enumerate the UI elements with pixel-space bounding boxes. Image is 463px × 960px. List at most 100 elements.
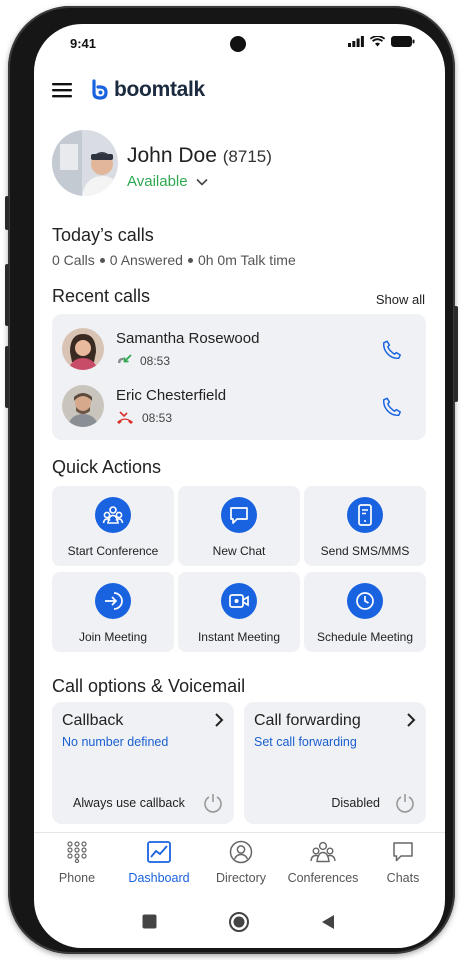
- call-forwarding-card[interactable]: Call forwarding Set call forwarding Disa…: [244, 702, 426, 824]
- nav-label: Dashboard: [128, 871, 190, 885]
- nav-item-dashboard[interactable]: Dashboard: [118, 839, 200, 885]
- set-call-forwarding-link[interactable]: Set call forwarding: [254, 735, 357, 749]
- chevron-right-icon: [407, 713, 416, 727]
- quick-action-label: Send SMS/MMS: [320, 544, 410, 558]
- chevron-down-icon: [196, 178, 208, 186]
- nav-item-chats[interactable]: Chats: [362, 839, 444, 885]
- profile-header: John Doe (8715) Available: [52, 130, 432, 196]
- sms-icon: [347, 497, 383, 533]
- nav-label: Chats: [386, 871, 420, 885]
- quick-action-label: Instant Meeting: [197, 630, 281, 644]
- boomtalk-logo: boomtalk: [90, 78, 205, 102]
- menu-icon[interactable]: [52, 82, 72, 98]
- volume-button: [5, 196, 9, 230]
- nav-item-conferences[interactable]: Conferences: [282, 839, 364, 885]
- call-button[interactable]: [378, 336, 406, 364]
- wifi-icon: [370, 36, 385, 47]
- back-icon[interactable]: [321, 914, 335, 930]
- quick-actions-title: Quick Actions: [52, 457, 162, 477]
- power-toggle-icon[interactable]: [202, 792, 224, 814]
- call-button[interactable]: [378, 393, 406, 421]
- list-item[interactable]: Samantha Rosewood 08:53: [52, 322, 426, 378]
- call-time: 08:53: [142, 411, 173, 425]
- nav-label: Phone: [58, 871, 96, 885]
- phone-frame: 9:41 boomtalk John Doe (8715) Available …: [5, 6, 458, 954]
- instant-meeting-button[interactable]: Instant Meeting: [178, 572, 300, 652]
- list-item[interactable]: Eric Chesterfield 08:53: [52, 379, 426, 435]
- caller-name: Samantha Rosewood: [116, 330, 260, 347]
- quick-action-label: New Chat: [212, 544, 266, 558]
- call-forwarding-title: Call forwarding: [254, 712, 361, 729]
- show-all-link[interactable]: Show all: [376, 292, 425, 307]
- chat-icon: [221, 497, 257, 533]
- profile-name-line: John Doe (8715): [127, 144, 272, 168]
- recent-calls-title: Recent calls: [52, 286, 151, 306]
- incoming-call-icon: [118, 354, 132, 363]
- send-sms-button[interactable]: Send SMS/MMS: [304, 486, 426, 566]
- signal-icon: [348, 36, 364, 47]
- phone-icon: [382, 397, 401, 417]
- app-header: boomtalk: [52, 78, 205, 102]
- boomtalk-logo-icon: [92, 79, 108, 100]
- schedule-meeting-button[interactable]: Schedule Meeting: [304, 572, 426, 652]
- callback-number-link[interactable]: No number defined: [62, 735, 168, 749]
- calls-count: 0 Calls: [52, 252, 95, 268]
- user-icon: [229, 840, 253, 864]
- new-chat-button[interactable]: New Chat: [178, 486, 300, 566]
- todays-calls-title: Today’s calls: [52, 225, 154, 245]
- chevron-right-icon: [215, 713, 224, 727]
- join-meeting-button[interactable]: Join Meeting: [52, 572, 174, 652]
- call-meta: 08:53: [116, 411, 172, 425]
- power-side-button: [454, 306, 458, 402]
- quick-action-label: Start Conference: [67, 544, 159, 558]
- bottom-nav: Phone Dashboard Directory Conferences Ch…: [34, 832, 445, 890]
- dialpad-icon: [67, 841, 87, 863]
- recent-apps-icon[interactable]: [142, 914, 157, 929]
- quick-action-label: Join Meeting: [78, 630, 148, 644]
- avatar: [62, 385, 104, 427]
- screen: 9:41 boomtalk John Doe (8715) Available …: [34, 24, 445, 948]
- nav-label: Conferences: [287, 871, 359, 885]
- status-bar: 9:41: [34, 24, 445, 64]
- brand-name: boomtalk: [114, 78, 205, 101]
- status-icons: [348, 36, 415, 47]
- separator-dot: [99, 257, 105, 263]
- status-time: 9:41: [70, 36, 97, 51]
- home-icon[interactable]: [228, 911, 250, 933]
- call-time: 08:53: [140, 354, 171, 368]
- avatar[interactable]: [52, 130, 118, 196]
- clock-icon: [347, 583, 383, 619]
- callback-card[interactable]: Callback No number defined Always use ca…: [52, 702, 234, 824]
- power-toggle-icon[interactable]: [394, 792, 416, 814]
- presence-selector[interactable]: Available: [127, 173, 208, 190]
- nav-label: Directory: [215, 871, 266, 885]
- volume-button: [5, 346, 9, 408]
- call-forwarding-footer: Disabled: [331, 796, 380, 810]
- group-icon: [310, 841, 336, 863]
- recent-calls-list: Samantha Rosewood 08:53 Eric Chesterfiel…: [52, 314, 426, 440]
- avatar: [62, 328, 104, 370]
- talk-time: 0h 0m Talk time: [197, 252, 296, 268]
- user-extension: (8715): [222, 147, 272, 166]
- answered-count: 0 Answered: [109, 252, 183, 268]
- start-conference-button[interactable]: Start Conference: [52, 486, 174, 566]
- conference-icon: [95, 497, 131, 533]
- callback-title: Callback: [62, 712, 124, 729]
- system-nav-bar: [34, 900, 445, 940]
- front-camera: [230, 36, 246, 52]
- missed-call-icon: [117, 411, 133, 424]
- todays-calls-summary: 0 Calls 0 Answered 0h 0m Talk time: [52, 252, 296, 268]
- nav-item-directory[interactable]: Directory: [200, 839, 282, 885]
- nav-item-phone[interactable]: Phone: [36, 839, 118, 885]
- battery-icon: [391, 36, 415, 47]
- volume-button: [5, 264, 9, 326]
- caller-name: Eric Chesterfield: [116, 387, 227, 404]
- call-meta: 08:53: [116, 354, 170, 368]
- callback-footer: Always use callback: [73, 796, 185, 810]
- chart-icon: [147, 841, 171, 863]
- chat-icon: [393, 842, 413, 862]
- phone-icon: [382, 340, 401, 360]
- presence-status: Available: [127, 173, 188, 190]
- call-options-title: Call options & Voicemail: [52, 676, 246, 696]
- join-meeting-icon: [95, 583, 131, 619]
